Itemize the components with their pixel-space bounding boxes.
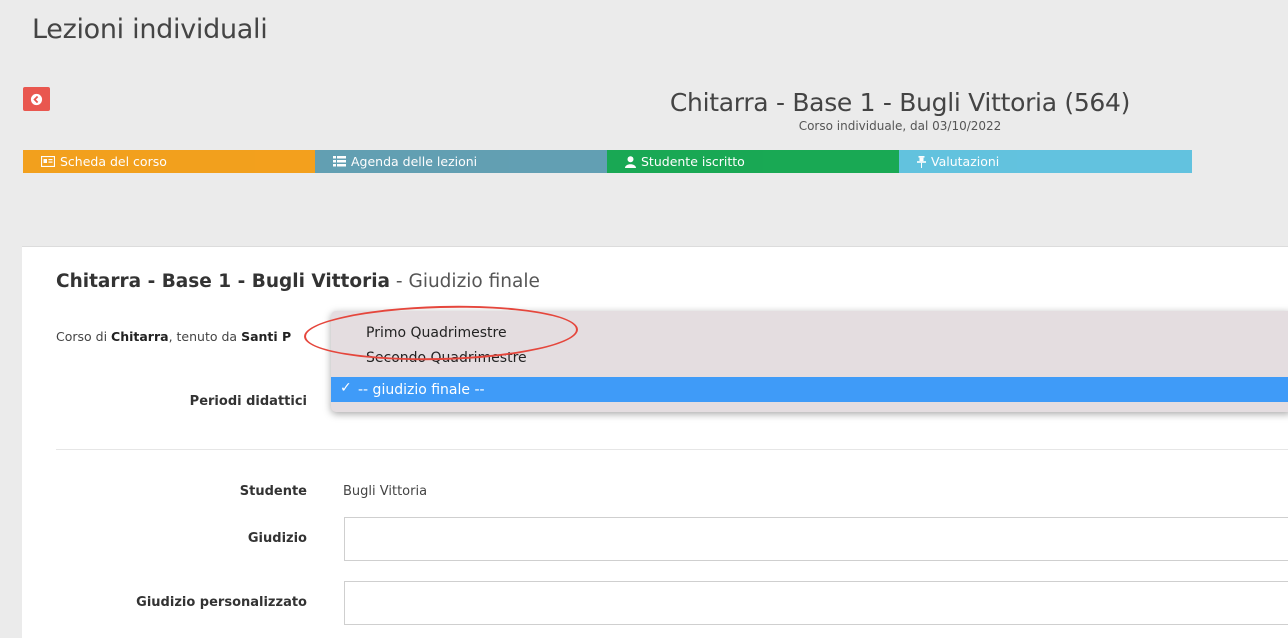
checkmark-icon: ✓	[340, 380, 352, 396]
course-subtitle: Corso individuale, dal 03/10/2022	[798, 119, 1002, 133]
period-option-giudizio-finale[interactable]: ✓ -- giudizio finale --	[331, 377, 1288, 402]
back-button[interactable]	[23, 87, 50, 111]
desc-subject: Chitarra	[111, 329, 169, 344]
evaluation-title: Chitarra - Base 1 - Bugli Vittoria - Giu…	[56, 271, 540, 292]
tab-agenda-delle-lezioni[interactable]: Agenda delle lezioni	[315, 150, 607, 173]
tab-valutazioni[interactable]: Valutazioni	[899, 150, 1192, 173]
tab-label: Studente iscritto	[641, 154, 745, 169]
evaluation-title-suffix: - Giudizio finale	[390, 271, 540, 292]
page-title: Lezioni individuali	[32, 14, 268, 45]
form-divider	[56, 449, 1288, 450]
desc-middle: , tenuto da	[168, 329, 242, 344]
course-header: Chitarra - Base 1 - Bugli Vittoria (564)…	[640, 88, 1160, 133]
tab-label: Scheda del corso	[60, 154, 167, 169]
pin-icon	[917, 155, 926, 168]
desc-prefix: Corso di	[56, 329, 112, 344]
judgement-input[interactable]	[344, 517, 1288, 561]
tab-label: Valutazioni	[931, 154, 1000, 169]
desc-teacher: Santi P	[241, 329, 292, 344]
course-tabs: Scheda del corso Agenda delle lezioni St…	[23, 150, 1192, 173]
tab-label: Agenda delle lezioni	[351, 154, 478, 169]
course-title: Chitarra - Base 1 - Bugli Vittoria (564)	[669, 88, 1131, 117]
tab-scheda-del-corso[interactable]: Scheda del corso	[23, 150, 315, 173]
user-icon	[625, 155, 636, 168]
period-label: Periodi didattici	[189, 394, 307, 409]
tab-studente-iscritto[interactable]: Studente iscritto	[607, 150, 899, 173]
period-option-label: -- giudizio finale --	[358, 381, 485, 398]
evaluation-card: Chitarra - Base 1 - Bugli Vittoria - Giu…	[22, 246, 1288, 638]
course-description: Corso di Chitarra, tenuto da Santi P	[56, 329, 346, 344]
judgement-label: Giudizio	[247, 531, 307, 546]
evaluation-title-course: Chitarra - Base 1 - Bugli Vittoria	[56, 271, 391, 292]
custom-judgement-input[interactable]	[344, 581, 1288, 625]
student-value: Bugli Vittoria	[343, 484, 428, 499]
arrow-circle-left-icon	[30, 93, 43, 105]
student-label: Studente	[239, 484, 307, 499]
list-icon	[333, 156, 346, 167]
custom-judgement-label: Giudizio personalizzato	[136, 595, 307, 610]
id-card-icon	[41, 156, 55, 167]
